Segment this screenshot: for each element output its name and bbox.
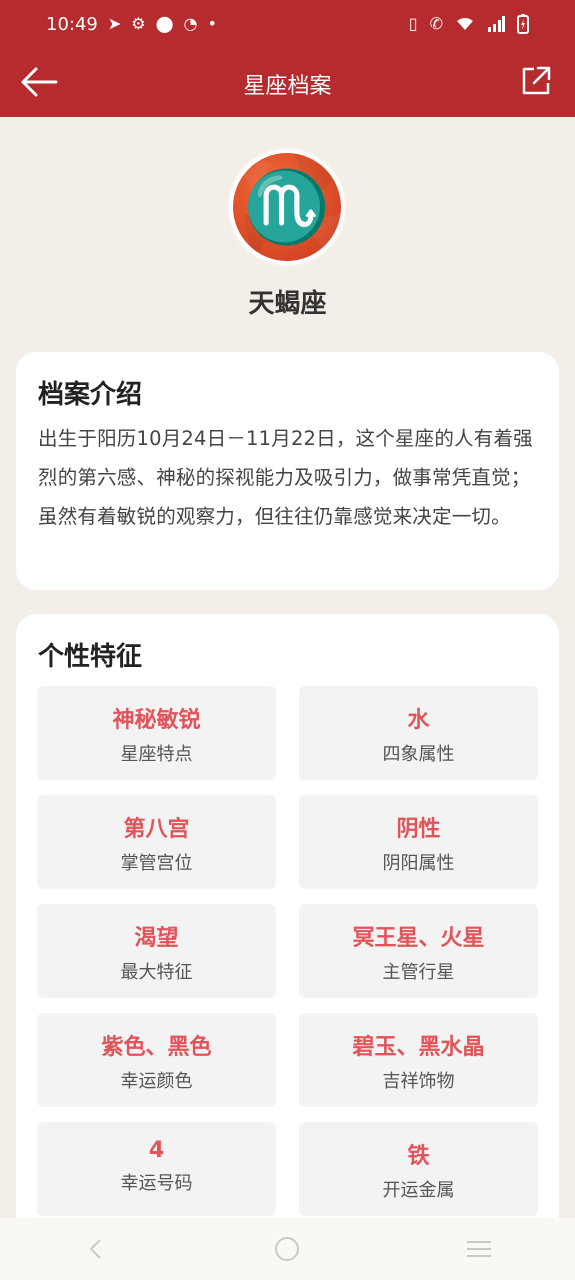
trait-value: 神秘敏锐 <box>112 708 201 733</box>
trait-value: 紫色、黑色 <box>101 1035 212 1060</box>
trait-item: 紫色、黑色 幸运颜色 <box>37 1013 276 1107</box>
traits-title: 个性特征 <box>38 642 143 672</box>
wifi-icon <box>457 18 473 30</box>
status-left: 10:49 ➤ ⚙ ⬤ ◔ • <box>46 14 217 35</box>
app-header: 10:49 ➤ ⚙ ⬤ ◔ • ▯ ✆ 星座档案 <box>0 0 575 117</box>
trait-item: 4 幸运号码 <box>37 1122 276 1216</box>
trait-label: 最大特征 <box>120 962 193 983</box>
page-title: 星座档案 <box>243 74 332 99</box>
share-external-icon <box>522 66 551 95</box>
trait-label: 主管行星 <box>382 962 455 983</box>
traits-card: 个性特征 神秘敏锐 星座特点 水 四象属性 第八宫 掌管宫位 阴性 阴阳属性 渴… <box>16 614 559 1234</box>
trait-value: 水 <box>407 708 430 733</box>
system-menu-button[interactable] <box>459 1229 499 1269</box>
trait-value: 碧玉、黑水晶 <box>352 1035 485 1060</box>
trait-label: 掌管宫位 <box>120 853 193 874</box>
battery-icon <box>517 14 529 34</box>
traits-grid: 神秘敏锐 星座特点 水 四象属性 第八宫 掌管宫位 阴性 阴阳属性 渴望 最大特… <box>37 686 538 1216</box>
profile-section: ♏ 天蝎座 <box>0 117 575 349</box>
system-back-icon <box>89 1239 101 1259</box>
system-back-button[interactable] <box>76 1229 116 1269</box>
svg-text:♏: ♏ <box>243 165 330 248</box>
system-home-button[interactable] <box>267 1229 307 1269</box>
trait-item: 铁 开运金属 <box>299 1122 538 1216</box>
scorpio-symbol-icon: ♏ <box>233 153 341 261</box>
zodiac-name: 天蝎座 <box>248 289 327 319</box>
intro-title: 档案介绍 <box>38 380 143 410</box>
gear-icon: ⚙ <box>131 14 146 33</box>
trait-item: 第八宫 掌管宫位 <box>37 795 276 889</box>
trait-label: 吉祥饰物 <box>382 1071 455 1092</box>
system-menu-icon <box>467 1241 492 1257</box>
trait-value: 渴望 <box>134 926 179 951</box>
trait-value: 冥王星、火星 <box>352 926 485 951</box>
trait-item: 水 四象属性 <box>299 686 538 780</box>
trait-label: 幸运号码 <box>120 1173 193 1194</box>
trait-label: 阴阳属性 <box>382 853 455 874</box>
share-button[interactable] <box>521 66 551 96</box>
trait-label: 幸运颜色 <box>120 1071 193 1092</box>
navbar: 星座档案 <box>0 48 575 117</box>
trait-item: 渴望 最大特征 <box>37 904 276 998</box>
trait-item: 冥王星、火星 主管行星 <box>299 904 538 998</box>
speed-icon: ◔ <box>183 14 198 33</box>
status-time: 10:49 <box>46 13 98 35</box>
trait-item: 碧玉、黑水晶 吉祥饰物 <box>299 1013 538 1107</box>
vibrate-icon: ▯ <box>408 14 418 33</box>
trait-value: 第八宫 <box>123 817 190 842</box>
trait-value: 阴性 <box>396 817 441 842</box>
trait-value: 铁 <box>407 1144 430 1169</box>
trait-label: 星座特点 <box>120 744 193 765</box>
intro-card: 档案介绍 出生于阳历10月24日－11月22日，这个星座的人有着强烈的第六感、神… <box>16 352 559 590</box>
status-bar: 10:49 ➤ ⚙ ⬤ ◔ • ▯ ✆ <box>0 0 575 48</box>
system-navigation-bar <box>0 1218 575 1280</box>
signal-icon <box>488 16 505 32</box>
trait-label: 开运金属 <box>382 1180 455 1201</box>
zodiac-avatar: ♏ <box>229 149 345 265</box>
telegram-icon: ➤ <box>107 14 122 33</box>
wifi-call-icon: ✆ <box>429 14 443 33</box>
trait-item: 阴性 阴阳属性 <box>299 795 538 889</box>
location-icon: ⬤ <box>155 14 174 33</box>
trait-item: 神秘敏锐 星座特点 <box>37 686 276 780</box>
intro-text: 出生于阳历10月24日－11月22日，这个星座的人有着强烈的第六感、神秘的探视能… <box>38 427 533 528</box>
trait-value: 4 <box>148 1138 165 1163</box>
system-home-icon <box>275 1237 300 1261</box>
trait-label: 四象属性 <box>382 744 455 765</box>
status-right: ▯ ✆ <box>409 14 529 34</box>
dot-icon: • <box>207 14 217 33</box>
